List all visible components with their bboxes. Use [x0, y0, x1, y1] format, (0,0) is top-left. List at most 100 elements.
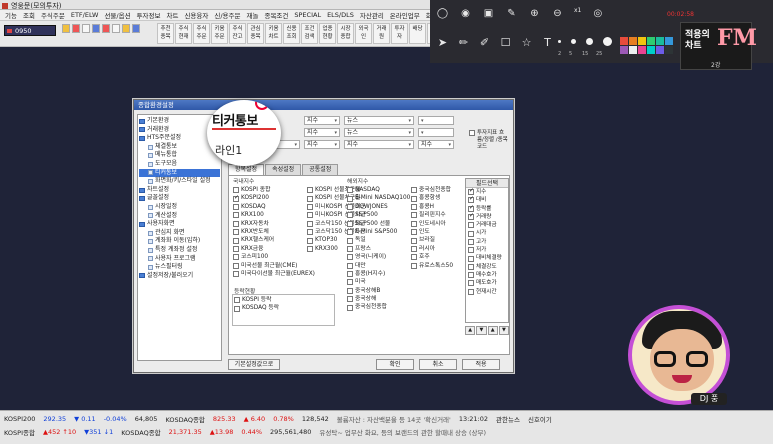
checkbox[interactable]	[233, 254, 239, 261]
color-swatch[interactable]	[665, 46, 673, 54]
checkbox[interactable]	[468, 222, 474, 229]
checkbox-item[interactable]: KRX100	[233, 211, 305, 219]
menu-item[interactable]: 조회	[21, 10, 37, 20]
checkbox-item[interactable]: E-Mini NASDAQ100	[347, 194, 410, 202]
order-arrow-button[interactable]: ▼	[498, 326, 509, 335]
checkbox-item[interactable]: S&P500	[347, 211, 407, 219]
tree-item[interactable]: 계좌화 이동(입하)	[139, 237, 220, 246]
ticker-combo[interactable]	[418, 116, 454, 125]
menu-item[interactable]: SPECIAL	[292, 11, 323, 19]
menu-item[interactable]: 주식주문	[39, 10, 67, 20]
toolbar-button[interactable]: 배당	[409, 23, 426, 44]
brush-size-option[interactable]	[558, 40, 561, 43]
checkbox-item[interactable]: 호주	[411, 253, 463, 261]
checkbox[interactable]	[468, 272, 474, 279]
checkbox-item[interactable]: 홍콩(H지수)	[347, 270, 407, 278]
checkbox-item[interactable]: KOSPI 종합	[233, 186, 305, 194]
order-arrow-button[interactable]: ▲	[465, 326, 476, 335]
checkbox[interactable]	[347, 245, 353, 252]
lock-icon[interactable]	[72, 24, 80, 33]
checkbox-item[interactable]: 미국선물 최근월(CME)	[233, 262, 305, 270]
checkbox[interactable]	[347, 187, 353, 194]
toolbar-button[interactable]: 추천종목	[157, 23, 174, 44]
checkbox[interactable]	[347, 296, 353, 303]
checkbox-item[interactable]: 거래량	[466, 212, 508, 221]
checkbox[interactable]	[468, 187, 474, 195]
default-settings-button[interactable]: 기본설정값으로	[228, 359, 280, 370]
color-swatch[interactable]	[638, 46, 646, 54]
checkbox[interactable]	[233, 237, 239, 244]
checkbox[interactable]	[307, 220, 313, 227]
checkbox-item[interactable]: KOSDAQ	[233, 203, 305, 211]
checkbox[interactable]	[411, 187, 417, 194]
checkbox[interactable]	[468, 247, 474, 254]
color-swatch[interactable]	[620, 37, 628, 45]
checkbox[interactable]	[468, 263, 474, 270]
tree-item[interactable]: 특정 계좌정 설정	[139, 246, 220, 255]
zoom-in-icon[interactable]: ⊕	[528, 7, 541, 20]
apply-button[interactable]: 적용	[462, 359, 500, 370]
checkbox[interactable]	[347, 195, 353, 202]
checkbox-item[interactable]: 중국상해B	[347, 287, 407, 295]
checkbox[interactable]	[411, 245, 417, 252]
checkbox[interactable]	[233, 212, 239, 219]
checkbox[interactable]	[468, 288, 474, 295]
tree-item[interactable]: 사용자 프로그램	[139, 255, 220, 264]
tree-item[interactable]: 시장일정	[139, 203, 220, 212]
tree-item[interactable]: 티커통보	[139, 168, 220, 178]
color-swatch[interactable]	[629, 37, 637, 45]
ticker-combo[interactable]: 지수	[304, 128, 340, 137]
checkbox[interactable]	[411, 203, 417, 210]
tree-item[interactable]: 체결통보	[139, 143, 220, 152]
checkbox[interactable]	[468, 280, 474, 287]
grid-icon[interactable]	[112, 24, 120, 33]
checkbox[interactable]	[233, 203, 239, 210]
toolbar-button[interactable]: 업종현황	[319, 23, 336, 44]
checkbox[interactable]	[307, 229, 313, 236]
text-icon[interactable]: T	[541, 36, 554, 49]
color-swatch[interactable]	[647, 46, 655, 54]
checkbox[interactable]	[233, 262, 239, 269]
menu-item[interactable]: 신/용주문	[212, 10, 242, 20]
checkbox[interactable]	[347, 271, 353, 278]
checkbox[interactable]	[307, 237, 313, 244]
ticker-combo[interactable]: 지수	[304, 140, 340, 149]
checkbox[interactable]	[347, 254, 353, 261]
menu-item[interactable]: 선물/옵션	[102, 10, 132, 20]
menu-item[interactable]: 기능	[3, 10, 19, 20]
checkbox[interactable]	[468, 195, 474, 204]
checkbox-item[interactable]: KRX반도체	[233, 228, 305, 236]
checkbox-item[interactable]: 중국심천종합	[347, 303, 407, 311]
toolbar-button[interactable]: 관심종목	[247, 23, 264, 44]
circle-icon[interactable]: ◯	[436, 7, 449, 20]
tree-item[interactable]: 설정저장/불러오기	[139, 272, 220, 281]
menu-item[interactable]: ELS/DLS	[325, 11, 356, 19]
color-swatch[interactable]	[665, 37, 673, 45]
toolbar-button[interactable]: 주식잔고	[229, 23, 246, 44]
menu-item[interactable]: 자산관리	[358, 10, 386, 20]
checkbox[interactable]	[468, 212, 474, 220]
checkbox-item[interactable]: 독일	[347, 236, 407, 244]
checkbox-item[interactable]: 영국(니케이)	[347, 253, 407, 261]
checkbox-item[interactable]: 매도호가	[466, 279, 508, 287]
menu-item[interactable]: 온라인업무	[388, 10, 422, 20]
ticker-combo[interactable]: 지수	[304, 116, 340, 125]
checkbox[interactable]	[234, 305, 240, 312]
checkbox[interactable]	[468, 238, 474, 245]
checkbox-item[interactable]: KRX자동차	[233, 220, 305, 228]
checkbox-item[interactable]: KOSPI200	[233, 194, 305, 202]
account-combo[interactable]: 0950	[4, 25, 56, 36]
checkbox[interactable]	[307, 195, 313, 202]
checkbox[interactable]	[468, 204, 474, 212]
eye-icon[interactable]: ◎	[591, 7, 604, 20]
ok-button[interactable]: 확인	[376, 359, 414, 370]
checkbox-item[interactable]: 인도네시아	[411, 220, 463, 228]
checkbox-item[interactable]: DOWJONES	[347, 203, 407, 211]
list-icon[interactable]	[132, 24, 140, 33]
checkbox[interactable]	[468, 230, 474, 237]
color-swatch[interactable]	[638, 37, 646, 45]
checkbox-item[interactable]: 시가	[466, 229, 508, 237]
checkbox[interactable]	[234, 297, 240, 304]
color-swatch[interactable]	[656, 46, 664, 54]
toolbar-button[interactable]: 주식현재	[175, 23, 192, 44]
